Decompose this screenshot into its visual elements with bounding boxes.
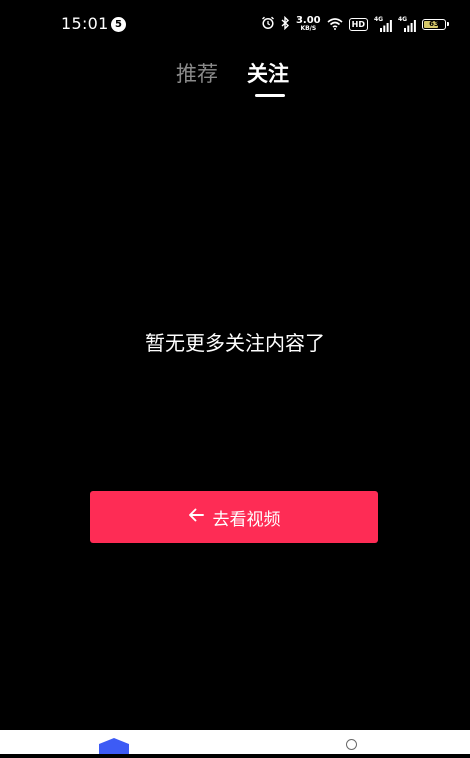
watch-videos-label: 去看视频 [212, 509, 281, 530]
signal-bars-icon [380, 20, 392, 32]
watch-videos-button[interactable]: 去看视频 [90, 491, 378, 543]
signal-bars-icon [404, 20, 416, 32]
network-speed: 3.00 KB/S [296, 16, 321, 32]
bottom-nav [0, 730, 470, 754]
alarm-icon [261, 15, 275, 34]
net-speed-unit: KB/S [300, 25, 317, 32]
signal-strength-2: 4G [398, 16, 416, 32]
empty-state-message: 暂无更多关注内容了 [145, 331, 325, 355]
top-tabs: 推荐 关注 [0, 58, 470, 102]
status-icons: 3.00 KB/S HD 4G 4G 63 [261, 14, 449, 34]
hd-badge: HD [348, 17, 368, 31]
arrow-left-icon [188, 507, 204, 527]
home-icon[interactable] [98, 738, 130, 758]
battery-level: 63 [429, 19, 439, 28]
signal-strength-1: 4G [374, 16, 392, 32]
profile-icon[interactable] [346, 739, 357, 750]
wifi-icon [327, 15, 343, 34]
active-tab-indicator [255, 94, 285, 97]
tab-follow[interactable]: 关注 [247, 60, 289, 88]
bluetooth-icon [281, 15, 290, 34]
tab-recommend[interactable]: 推荐 [176, 60, 218, 88]
battery-icon: 63 [422, 18, 449, 30]
notification-badge: 5 [111, 17, 126, 32]
status-bar: 15:01 5 3.00 KB/S HD 4G 4G 63 [0, 0, 470, 48]
status-time: 15:01 [61, 14, 109, 33]
